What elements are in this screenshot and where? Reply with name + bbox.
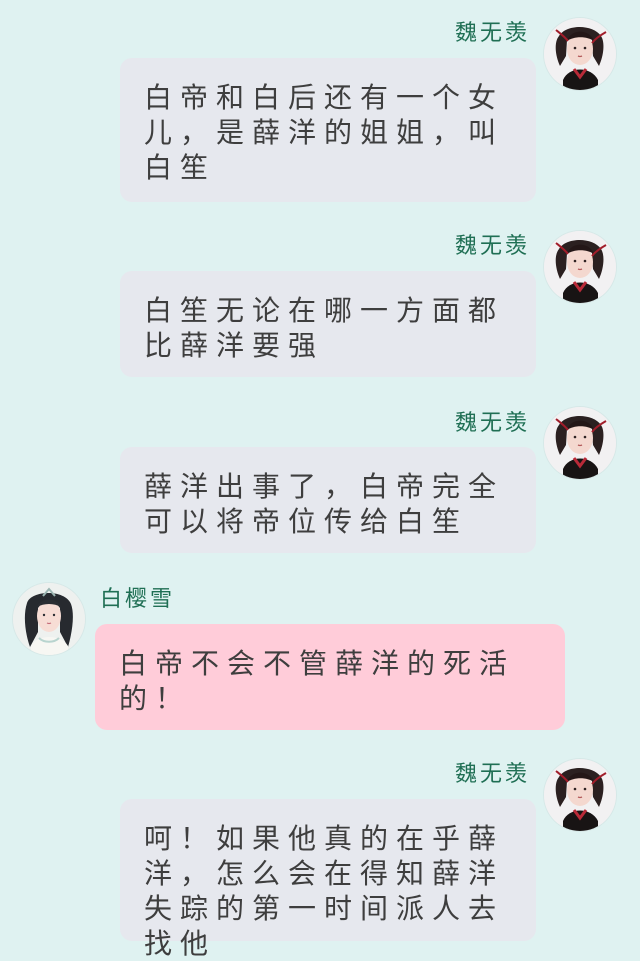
sender-name: 魏无羡 — [454, 21, 530, 46]
wei-wuxian-avatar-icon[interactable] — [544, 759, 616, 831]
wei-wuxian-avatar-icon[interactable] — [544, 407, 616, 479]
bai-yingxue-avatar-icon[interactable] — [13, 583, 85, 655]
sender-name: 魏无羡 — [454, 411, 530, 436]
message-bubble: 白笙无论在哪一方面都比薛洋要强 — [120, 271, 536, 377]
message-bubble: 白帝不会不管薛洋的死活的！ — [95, 624, 565, 730]
message-1: 魏无羡 白帝和白后还有一个女儿，是薛洋的姐姐，叫白笙 — [0, 0, 640, 210]
chat-screen: 魏无羡 白帝和白后还有一个女儿，是薛洋的姐姐，叫白笙 魏无羡 白笙无论在哪一方面… — [0, 0, 640, 960]
message-bubble: 呵！如果他真的在乎薛洋，怎么会在得知薛洋失踪的第一时间派人去找他 — [120, 799, 536, 960]
message-bubble: 白帝和白后还有一个女儿，是薛洋的姐姐，叫白笙 — [120, 58, 536, 202]
sender-name: 白樱雪 — [100, 587, 176, 612]
sender-name: 魏无羡 — [454, 234, 530, 259]
message-bubble: 薛洋出事了，白帝完全可以将帝位传给白笙 — [120, 447, 536, 553]
sender-name: 魏无羡 — [454, 762, 530, 787]
wei-wuxian-avatar-icon[interactable] — [544, 18, 616, 90]
wei-wuxian-avatar-icon[interactable] — [544, 231, 616, 303]
